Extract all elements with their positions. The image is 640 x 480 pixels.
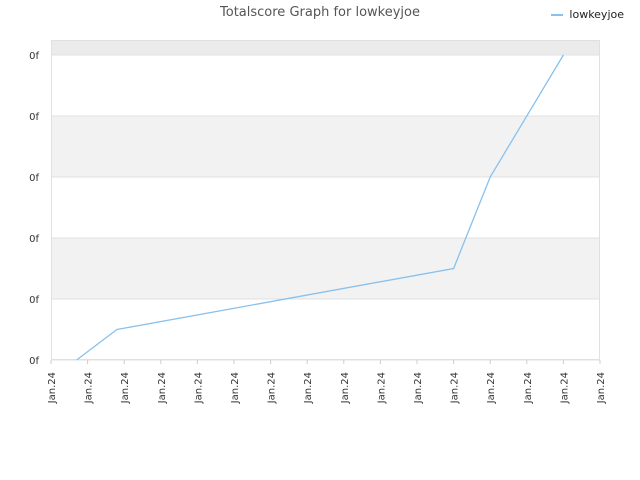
plot-band: [51, 116, 600, 177]
y-tick-label: 0f: [29, 173, 39, 184]
x-tick-label: Jan.24: [120, 372, 131, 404]
y-tick-label: 0f: [29, 51, 39, 62]
x-tick-label: Jan.24: [450, 372, 461, 404]
x-tick-label: Jan.24: [267, 372, 278, 404]
y-tick-label: 0f: [29, 112, 39, 123]
x-tick-label: Jan.24: [376, 372, 387, 404]
x-tick-label: Jan.24: [230, 372, 241, 404]
x-tick-label: Jan.24: [559, 372, 570, 404]
y-tick-label: 0f: [29, 234, 39, 245]
x-tick-label: Jan.24: [596, 372, 607, 404]
x-tick-label: Jan.24: [84, 372, 95, 404]
x-tick-label: Jan.24: [303, 372, 314, 404]
plot-area: 0f 0f 0f 0f 0f 0f Jan.24 Jan.24 Jan.24 Jan.24 Jan.…: [29, 40, 607, 404]
y-tick-label: 0f: [29, 295, 39, 306]
x-tick-label: Jan.24: [523, 372, 534, 404]
x-tick-label: Jan.24: [47, 372, 58, 404]
plot-top-band: [51, 40, 600, 55]
plot-band: [51, 238, 600, 299]
y-tick-label: 0f: [29, 356, 39, 367]
x-tick-label: Jan.24: [193, 372, 204, 404]
x-tick-label: Jan.24: [157, 372, 168, 404]
x-tick-label: Jan.24: [413, 372, 424, 404]
x-tick-label: Jan.24: [340, 372, 351, 404]
x-tick-label: Jan.24: [486, 372, 497, 404]
plot-background: [51, 40, 600, 360]
